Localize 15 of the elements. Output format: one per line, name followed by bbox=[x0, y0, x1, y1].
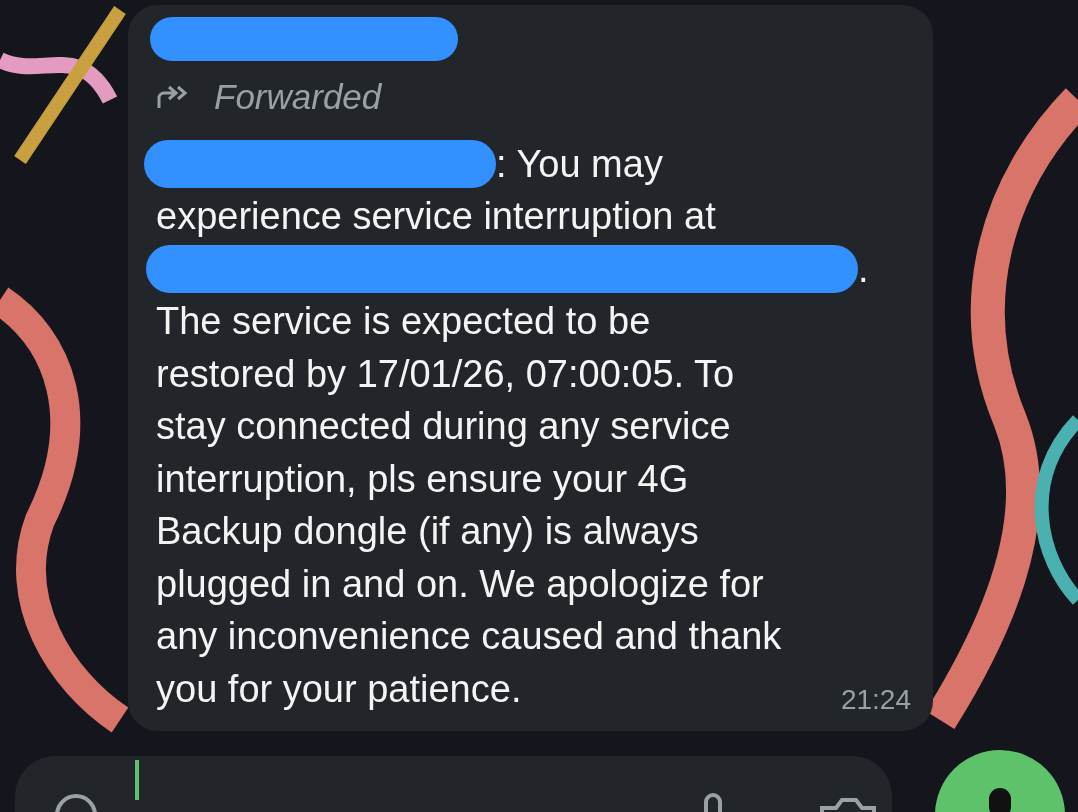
forwarded-label: Forwarded bbox=[214, 76, 382, 118]
message-text: . bbox=[858, 246, 869, 292]
message-text: interruption, pls ensure your 4G bbox=[156, 456, 689, 502]
microphone-icon bbox=[989, 788, 1011, 812]
text-cursor bbox=[135, 760, 141, 800]
message-time: 21:24 bbox=[840, 683, 911, 717]
message-text: any inconvenience caused and thank bbox=[156, 614, 782, 659]
message-text: you for your patience. bbox=[156, 666, 522, 712]
message-text: The service is expected to be bbox=[156, 299, 651, 344]
message-text: plugged in and on. We apologize for bbox=[156, 561, 764, 607]
message-text: : You may bbox=[496, 141, 663, 187]
message-text: Backup dongle (if any) is always bbox=[156, 509, 699, 554]
message-text: stay connected during any service bbox=[156, 404, 731, 449]
message-text: experience service interruption at bbox=[156, 194, 716, 239]
message-text: restored by 17/01/26, 07:00:05. To bbox=[156, 351, 735, 397]
